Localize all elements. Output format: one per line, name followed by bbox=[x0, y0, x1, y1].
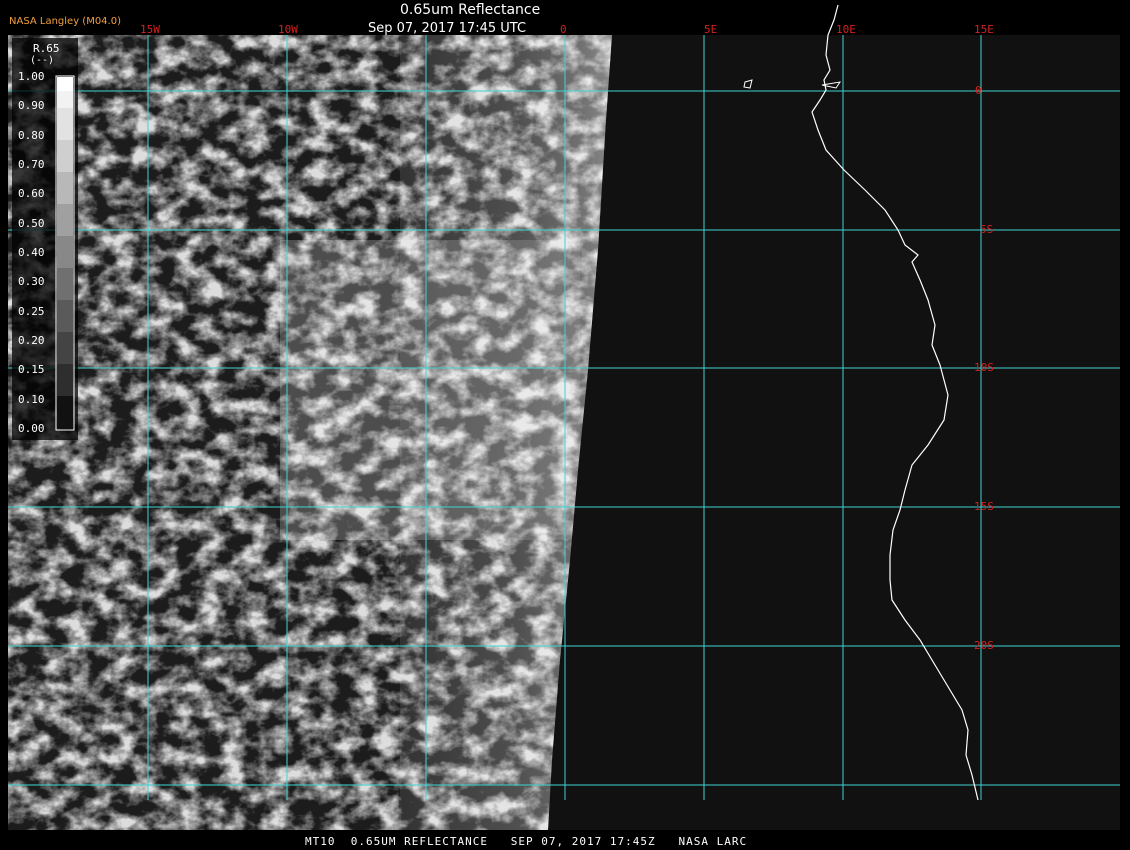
colorbar-tick: 0.10 bbox=[18, 392, 45, 406]
colorbar-unit: (--) bbox=[30, 55, 55, 66]
lon-label: 10W bbox=[278, 23, 298, 36]
colorbar-tick: 0.00 bbox=[18, 422, 45, 435]
lat-label: 20S bbox=[974, 639, 994, 652]
colorbar-tick: 0.40 bbox=[18, 246, 45, 259]
colorbar-variable: R.65 bbox=[33, 42, 60, 55]
longitude-labels: 15W 10W 0 5E 10E 15E bbox=[140, 23, 994, 36]
colorbar-tick: 0.60 bbox=[18, 187, 45, 201]
colorbar-tick: 0.70 bbox=[18, 158, 45, 171]
lon-label: 0 bbox=[560, 23, 567, 36]
lon-label: 15E bbox=[974, 23, 994, 36]
image-title: 0.65um Reflectance bbox=[400, 2, 541, 18]
colorbar-tick: 0.20 bbox=[18, 334, 45, 347]
footer-caption: MT10 0.65UM REFLECTANCE SEP 07, 2017 17:… bbox=[305, 835, 748, 848]
lat-label: 0 bbox=[975, 84, 982, 97]
map-canvas: 15W 10W 0 5E 10E 15E 0 5S 10S 15S 20S bbox=[8, 4, 1120, 830]
satellite-imagery bbox=[8, 35, 612, 830]
lon-label: 10E bbox=[836, 23, 856, 36]
colorbar-tick: 0.90 bbox=[18, 99, 45, 113]
lat-label: 15S bbox=[974, 500, 994, 513]
lon-label: 15W bbox=[140, 23, 160, 36]
colorbar bbox=[12, 38, 78, 440]
image-timestamp: Sep 07, 2017 17:45 UTC bbox=[368, 21, 527, 36]
colorbar-tick: 0.25 bbox=[18, 304, 45, 318]
colorbar-tick: 0.50 bbox=[18, 216, 45, 230]
colorbar-tick: 0.80 bbox=[18, 128, 45, 142]
lon-label: 5E bbox=[704, 23, 717, 36]
lat-label: 5S bbox=[980, 223, 993, 236]
lat-label: 10S bbox=[974, 361, 994, 374]
colorbar-tick: 0.30 bbox=[18, 275, 45, 289]
colorbar-tick: 1.00 bbox=[18, 70, 45, 83]
colorbar-tick: 0.15 bbox=[18, 363, 45, 377]
source-badge: NASA Langley (M04.0) bbox=[9, 16, 121, 27]
